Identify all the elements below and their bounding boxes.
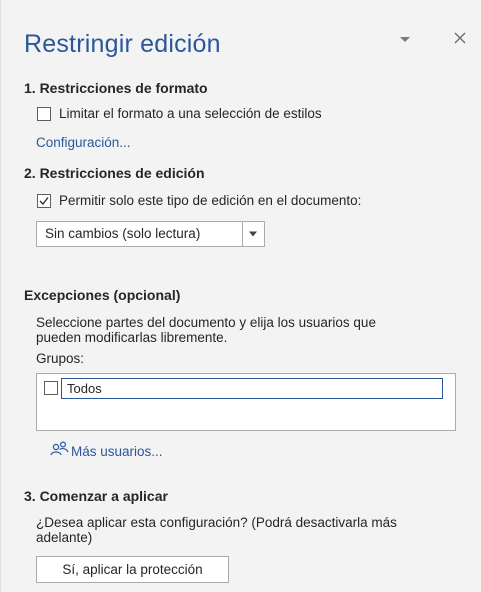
exceptions-description-line: pueden modificarlas libremente.: [36, 330, 228, 345]
limit-format-checkbox[interactable]: [37, 107, 51, 121]
allow-editing-checkbox[interactable]: [37, 194, 51, 208]
editing-restrictions-heading: 2. Restricciones de edición: [24, 165, 205, 181]
exceptions-heading: Excepciones (opcional): [24, 287, 181, 303]
restrict-editing-pane: Restringir edición 1. Restricciones de f…: [0, 0, 481, 592]
chevron-down-icon: [249, 231, 257, 237]
list-item[interactable]: Todos: [44, 378, 444, 399]
editing-type-value: Sin cambios (solo lectura): [45, 226, 201, 241]
pane-title: Restringir edición: [24, 30, 221, 58]
format-settings-link[interactable]: Configuración...: [36, 135, 131, 150]
format-restrictions-heading: 1. Restricciones de formato: [24, 80, 208, 96]
pane-options-chevron-icon[interactable]: [397, 33, 413, 47]
start-enforcing-heading: 3. Comenzar a aplicar: [24, 488, 168, 504]
apply-question: ¿Desea aplicar esta configuración? (Podr…: [36, 515, 397, 545]
group-everyone-field[interactable]: Todos: [61, 378, 443, 399]
limit-format-label[interactable]: Limitar el formato a una selección de es…: [59, 106, 322, 121]
allow-editing-label[interactable]: Permitir solo este tipo de edición en el…: [59, 193, 361, 208]
exceptions-description-line: Seleccione partes del documento y elija …: [36, 315, 376, 330]
users-icon[interactable]: [50, 441, 70, 457]
apply-question-line: ¿Desea aplicar esta configuración? (Podr…: [36, 515, 397, 530]
group-name: Todos: [67, 381, 102, 396]
exceptions-description: Seleccione partes del documento y elija …: [36, 315, 376, 345]
checkmark-icon: [39, 197, 49, 205]
groups-label: Grupos:: [36, 351, 85, 366]
apply-protection-button[interactable]: Sí, aplicar la protección: [36, 556, 229, 583]
group-everyone-checkbox[interactable]: [44, 381, 58, 395]
groups-list: Todos: [36, 373, 456, 431]
editing-type-dropdown[interactable]: Sin cambios (solo lectura): [36, 221, 265, 247]
dropdown-divider: [242, 222, 243, 246]
close-icon[interactable]: [451, 29, 469, 47]
apply-question-line: adelante): [36, 530, 93, 545]
more-users-link[interactable]: Más usuarios...: [71, 444, 163, 459]
